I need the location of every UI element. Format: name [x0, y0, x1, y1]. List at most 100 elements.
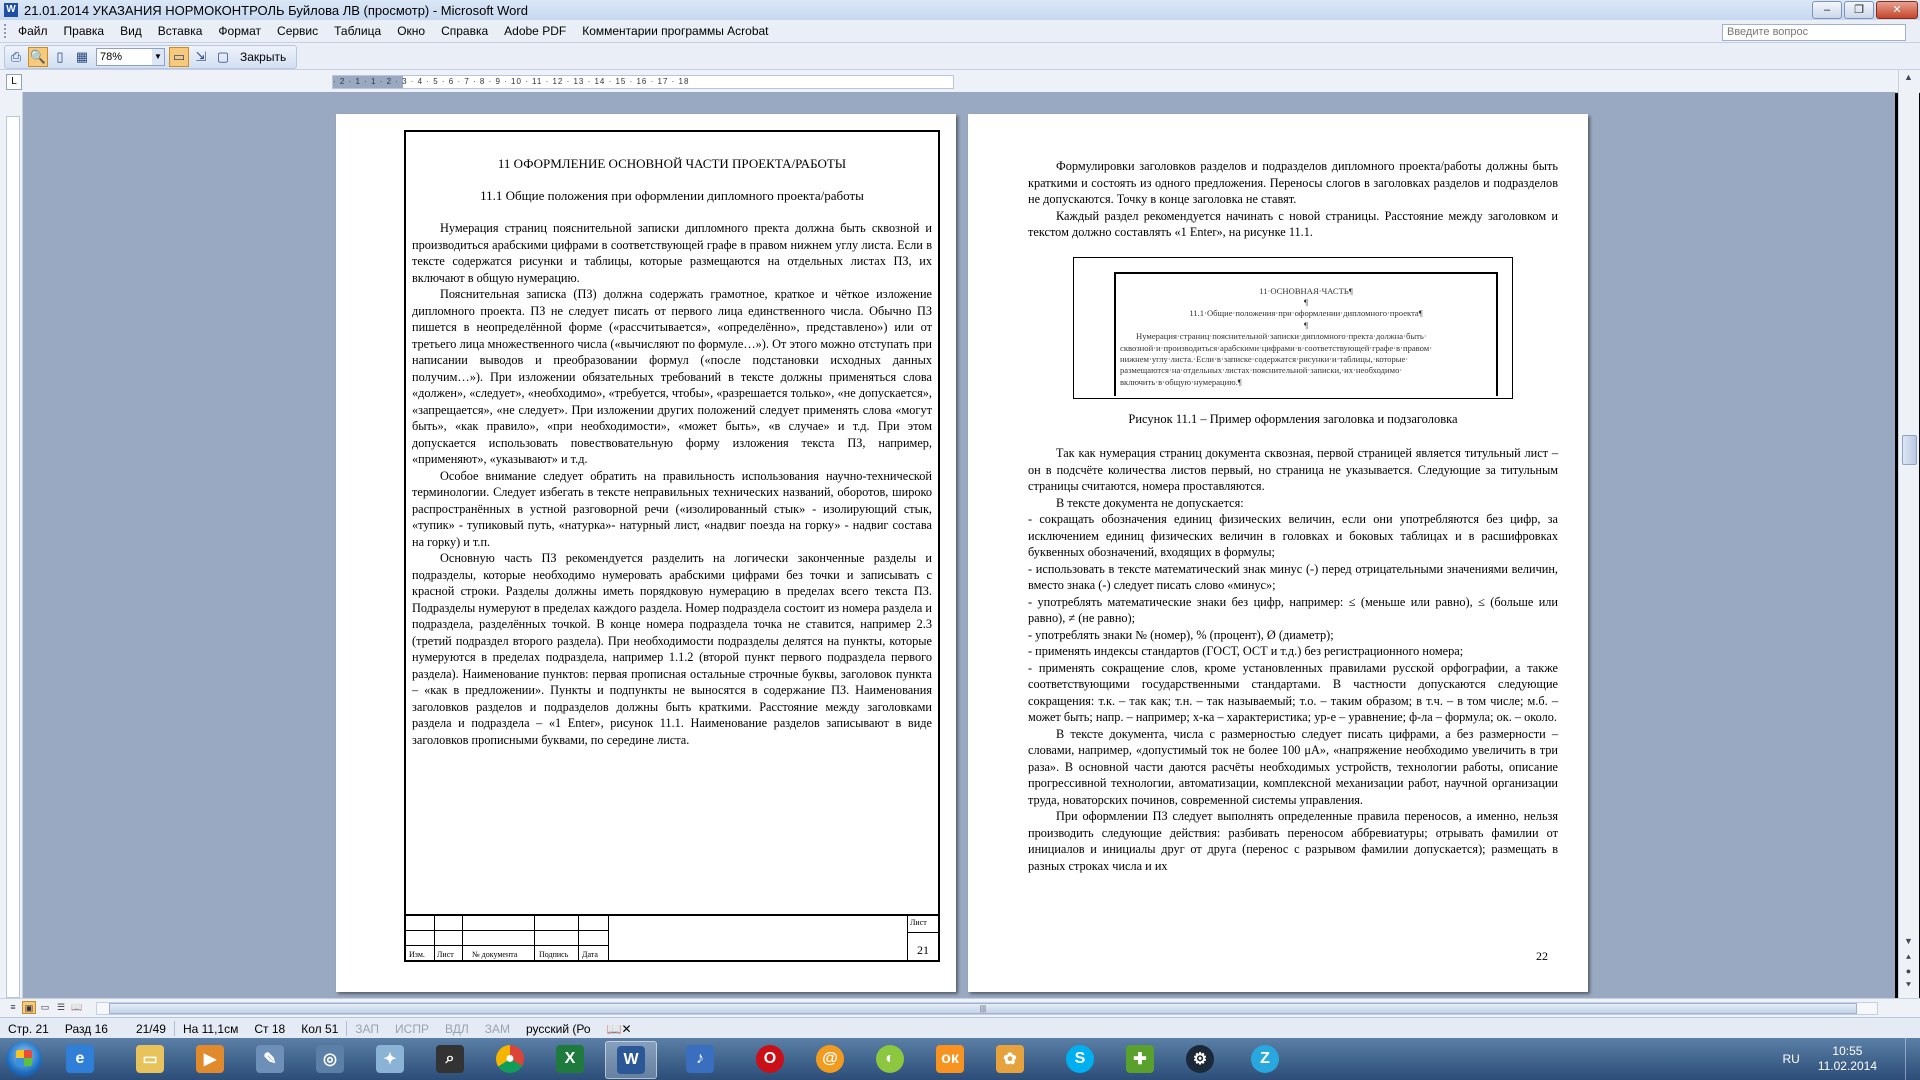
excel-icon[interactable]: X: [545, 1041, 595, 1077]
status-position[interactable]: На 11,1см: [175, 1022, 246, 1036]
status-extend[interactable]: ВДЛ: [437, 1022, 477, 1036]
input-language[interactable]: RU: [1782, 1052, 1799, 1066]
view-ruler-icon[interactable]: ▭: [169, 47, 189, 67]
page-21[interactable]: 11 ОФОРМЛЕНИЕ ОСНОВНОЙ ЧАСТИ ПРОЕКТА/РАБ…: [336, 114, 956, 992]
paint-icon[interactable]: ✿: [985, 1041, 1035, 1077]
status-overtype[interactable]: ЗАМ: [477, 1022, 518, 1036]
scrollbar-thumb[interactable]: [1902, 435, 1917, 465]
status-track-changes[interactable]: ИСПР: [387, 1022, 437, 1036]
horizontal-scrollbar[interactable]: |||: [96, 1002, 1878, 1015]
list-item: - применять сокращение слов, кроме устан…: [1028, 660, 1558, 725]
paragraph: Особое внимание следует обратить на прав…: [412, 468, 932, 549]
page21-content: 11 ОФОРМЛЕНИЕ ОСНОВНОЙ ЧАСТИ ПРОЕКТА/РАБ…: [412, 156, 932, 748]
close-window-button[interactable]: ✕: [1876, 1, 1918, 19]
menu-tools[interactable]: Сервис: [269, 24, 326, 38]
chrome-icon[interactable]: ●: [485, 1041, 535, 1077]
paragraph: В тексте документа не допускается:: [1056, 495, 1244, 510]
word-app-icon[interactable]: W: [4, 3, 18, 17]
menu-view[interactable]: Вид: [112, 24, 150, 38]
show-desktop-button[interactable]: [1905, 1038, 1920, 1080]
reading-view-icon[interactable]: 📖: [70, 1001, 84, 1014]
horizontal-ruler: L · 2 · 1 · 1 · 2 · 3 · 4 · 5 · 6 · 7 · …: [0, 70, 1920, 93]
vertical-scrollbar[interactable]: ▲ ▼ ⯅ ● ⯆: [1898, 70, 1919, 998]
maps-icon[interactable]: ◎: [305, 1041, 355, 1077]
odnoklassniki-icon[interactable]: ок: [925, 1041, 975, 1077]
print-icon[interactable]: ⎙: [6, 47, 26, 67]
menu-help[interactable]: Справка: [433, 24, 496, 38]
audio-icon[interactable]: ♪: [675, 1041, 725, 1077]
status-page[interactable]: Стр. 21: [0, 1022, 57, 1036]
figure-pilcrow: ¶: [1304, 319, 1308, 330]
full-screen-icon[interactable]: ▢: [213, 47, 233, 67]
outline-view-icon[interactable]: ☰: [54, 1001, 68, 1014]
status-section[interactable]: Разд 16: [57, 1022, 116, 1036]
menu-file[interactable]: Файл: [10, 24, 56, 38]
figure-11-1: 11·ОСНОВНАЯ·ЧАСТЬ¶ ¶ 11.1·Общие·положени…: [1073, 256, 1513, 399]
paragraph: Формулировки заголовков разделов и подра…: [1028, 159, 1558, 206]
menu-acrobat-comments[interactable]: Комментарии программы Acrobat: [574, 24, 776, 38]
scroll-down-icon[interactable]: ▼: [1902, 936, 1915, 950]
menu-insert[interactable]: Вставка: [150, 24, 211, 38]
z-icon[interactable]: Z: [1240, 1041, 1290, 1077]
stamp-label-doc: № документа: [472, 950, 518, 959]
vertical-ruler-scale[interactable]: [6, 116, 20, 998]
scroll-up-icon[interactable]: ▲: [1902, 72, 1915, 86]
cloud-icon[interactable]: ◐: [865, 1041, 915, 1077]
figure-body-text: Нумерация·страниц·пояснительной·записки·…: [1120, 331, 1433, 387]
windows-logo-icon: [16, 1050, 32, 1066]
menu-table[interactable]: Таблица: [326, 24, 389, 38]
web-view-icon[interactable]: ▣: [22, 1001, 36, 1014]
figure-caption: Рисунок 11.1 – Пример оформления заголов…: [1128, 411, 1458, 426]
status-column[interactable]: Кол 51: [293, 1022, 346, 1036]
chevron-down-icon[interactable]: ▼: [152, 49, 164, 65]
multiple-pages-icon[interactable]: ▦: [72, 47, 92, 67]
status-record[interactable]: ЗАП: [347, 1022, 387, 1036]
opera-icon[interactable]: O: [745, 1041, 795, 1077]
browse-object-icon[interactable]: ●: [1902, 966, 1915, 980]
clock[interactable]: 10:55 11.02.2014: [1818, 1044, 1877, 1074]
ruler-marks: · 2 · 1 · 1 · 2 · 3 · 4 · 5 · 6 · 7 · 8 …: [333, 77, 690, 86]
status-page-count[interactable]: 21/49: [116, 1022, 174, 1036]
magnifier-icon[interactable]: 🔍: [28, 47, 48, 67]
start-button[interactable]: [6, 1041, 42, 1077]
media-player-icon[interactable]: ▶: [185, 1041, 235, 1077]
one-page-icon[interactable]: ▯: [50, 47, 70, 67]
steam-icon[interactable]: ⚙: [1175, 1041, 1225, 1077]
settings-icon[interactable]: ✦: [365, 1041, 415, 1077]
help-search-input[interactable]: Введите вопрос: [1722, 24, 1906, 41]
menu-edit[interactable]: Правка: [56, 24, 113, 38]
mail-agent-icon[interactable]: @: [805, 1041, 855, 1077]
menu-adobe-pdf[interactable]: Adobe PDF: [496, 24, 574, 38]
page-22[interactable]: Формулировки заголовков разделов и подра…: [968, 114, 1588, 992]
menu-format[interactable]: Формат: [210, 24, 269, 38]
explorer-icon[interactable]: ▭: [125, 1041, 175, 1077]
normal-view-icon[interactable]: ≡: [6, 1001, 20, 1014]
window-title: 21.01.2014 УКАЗАНИЯ НОРМОКОНТРОЛЬ Буйлов…: [24, 2, 528, 18]
maximize-button[interactable]: ❐: [1844, 1, 1874, 19]
list-item: - употреблять математические знаки без ц…: [1028, 594, 1558, 626]
zoom-select[interactable]: 78% ▼: [96, 48, 165, 66]
skype-icon[interactable]: S: [1055, 1041, 1105, 1077]
status-line[interactable]: Ст 18: [246, 1022, 293, 1036]
vertical-ruler: [0, 92, 23, 998]
figure-pilcrow: ¶: [1304, 296, 1308, 307]
previous-page-icon[interactable]: ⯅: [1902, 952, 1915, 966]
shrink-to-fit-icon[interactable]: ⇲: [191, 47, 211, 67]
tools-icon[interactable]: ✎: [245, 1041, 295, 1077]
menu-window[interactable]: Окно: [389, 24, 433, 38]
stamp-label-list: Лист: [437, 950, 454, 959]
menu-bar: Файл Правка Вид Вставка Формат Сервис Та…: [0, 20, 1920, 43]
ruler-scale[interactable]: · 2 · 1 · 1 · 2 · 3 · 4 · 5 · 6 · 7 · 8 …: [332, 75, 954, 89]
close-preview-button[interactable]: Закрыть: [234, 50, 292, 64]
horizontal-scrollbar-thumb[interactable]: |||: [109, 1003, 1857, 1014]
spelling-check-icon[interactable]: 📖✕: [599, 1022, 640, 1036]
next-page-icon[interactable]: ⯆: [1902, 980, 1915, 994]
word-icon[interactable]: W: [605, 1041, 657, 1079]
ie-icon[interactable]: e: [55, 1041, 105, 1077]
status-language[interactable]: русский (Ро: [518, 1022, 599, 1036]
search-icon[interactable]: ⌕: [425, 1041, 475, 1077]
games-icon[interactable]: ✚: [1115, 1041, 1165, 1077]
minimize-button[interactable]: –: [1812, 1, 1842, 19]
print-layout-icon[interactable]: ▭: [38, 1001, 52, 1014]
tab-selector[interactable]: L: [6, 74, 22, 90]
